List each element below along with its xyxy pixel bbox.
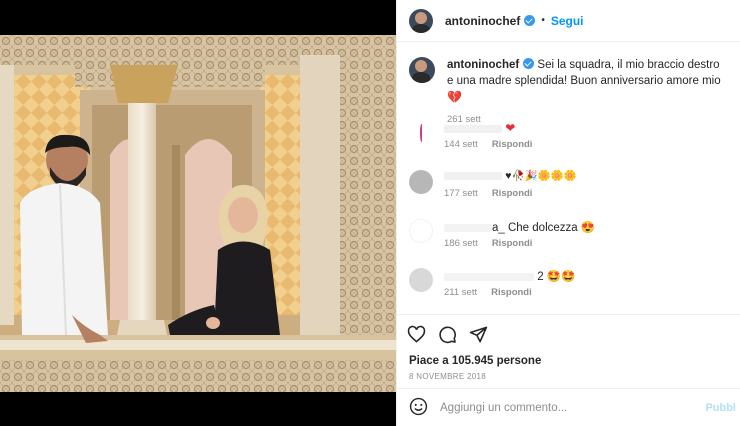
comment-meta: 211 sett Rispondi (444, 287, 532, 298)
comment-item: 2 🤩🤩 211 sett Rispondi (397, 265, 740, 305)
commenter-avatar[interactable] (409, 170, 433, 194)
reply-button[interactable]: Rispondi (492, 188, 533, 199)
likes-count[interactable]: Piace a 105.945 persone (409, 355, 541, 367)
comment-age: 177 sett (444, 188, 478, 199)
post-date: 8 NOVEMBRE 2018 (409, 372, 486, 381)
share-icon[interactable] (469, 325, 488, 344)
caption-avatar[interactable] (409, 57, 435, 83)
comments-list[interactable]: antoninochef Sei la squadra, il mio brac… (397, 43, 740, 313)
post-actions: Piace a 105.945 persone 8 NOVEMBRE 2018 (397, 314, 740, 388)
comment-text: a_ Che dolcezza 😍 (444, 220, 595, 234)
photo-illustration (0, 35, 396, 392)
caption-username[interactable]: antoninochef (447, 59, 519, 71)
post-caption: antoninochef Sei la squadra, il mio brac… (397, 43, 740, 128)
comment-text: ♥🥀🎉🌼🌼🌼 (444, 169, 577, 182)
author-username[interactable]: antoninochef (445, 14, 520, 28)
commenter-avatar[interactable] (409, 120, 433, 144)
author-avatar[interactable] (409, 8, 433, 33)
post-photo[interactable] (0, 35, 396, 392)
post-media (0, 0, 396, 426)
heart-icon[interactable] (407, 325, 426, 344)
comment-input[interactable]: Aggiungi un commento... (440, 402, 567, 414)
instagram-post: antoninochef • Segui antoninochef Sei la… (0, 0, 740, 426)
comment-item: ❤ 144 sett Rispondi (397, 118, 740, 158)
reply-button[interactable]: Rispondi (492, 139, 533, 150)
comment-age: 186 sett (444, 238, 478, 249)
comment-text: ❤ (444, 121, 515, 135)
comment-meta: 186 sett Rispondi (444, 238, 532, 249)
comment-icon[interactable] (438, 325, 457, 344)
post-header: antoninochef • Segui (397, 0, 740, 42)
publish-button[interactable]: Pubbl (705, 402, 736, 414)
comment-age: 211 sett (444, 287, 478, 298)
comment-item: ♥🥀🎉🌼🌼🌼 177 sett Rispondi (397, 167, 740, 207)
reply-button[interactable]: Rispondi (492, 238, 533, 249)
comment-meta: 144 sett Rispondi (444, 139, 532, 150)
add-comment-bar: Aggiungi un commento... Pubbl (397, 388, 740, 426)
verified-badge-icon (524, 15, 536, 26)
comment-text: 2 🤩🤩 (444, 269, 575, 283)
emoji-icon[interactable] (409, 397, 428, 419)
post-sidebar: antoninochef • Segui antoninochef Sei la… (396, 0, 740, 426)
broken-heart-emoji: 💔 (447, 90, 462, 104)
commenter-avatar[interactable] (409, 219, 433, 243)
comment-age: 144 sett (444, 139, 478, 150)
commenter-avatar[interactable] (409, 268, 433, 292)
comment-meta: 177 sett Rispondi (444, 188, 532, 199)
separator-dot: • (541, 15, 545, 26)
verified-badge-icon (523, 58, 535, 69)
comment-item: a_ Che dolcezza 😍 186 sett Rispondi (397, 216, 740, 256)
follow-button[interactable]: Segui (551, 14, 584, 28)
reply-button[interactable]: Rispondi (491, 287, 532, 298)
